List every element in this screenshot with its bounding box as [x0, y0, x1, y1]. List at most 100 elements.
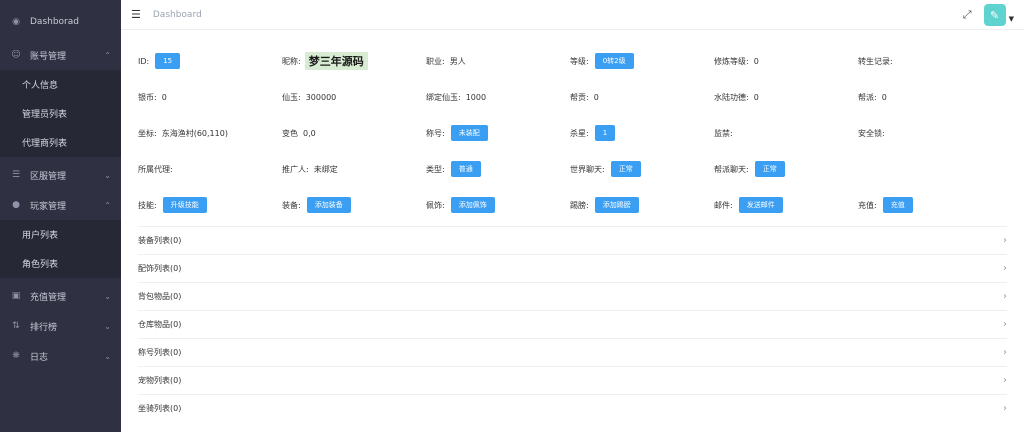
lock-cell: 安全锁:: [858, 128, 1002, 139]
lock-label: 安全锁:: [858, 128, 885, 138]
sidebar-item-player[interactable]: ● 玩家管理 ⌃: [0, 190, 121, 220]
charge-cell: 充值: 充值: [858, 197, 1002, 213]
sidebar-subitem-role-list[interactable]: 角色列表: [0, 249, 121, 278]
list-item-pets[interactable]: 宠物列表(0) ›: [138, 366, 1007, 394]
sidebar-item-account[interactable]: ☺ 账号管理 ⌃: [0, 40, 121, 70]
list-item-mounts[interactable]: 坐骑列表(0) ›: [138, 394, 1007, 422]
topbar-actions: ⤢ ✎ ▼: [963, 4, 1014, 26]
users-icon: ☺: [11, 50, 21, 60]
guild-value: 0: [881, 92, 887, 102]
mail-label: 邮件:: [714, 200, 733, 210]
topbar: ☰ Dashboard ⤢ ✎ ▼: [121, 0, 1024, 30]
info-row: 银币: 0 仙玉: 300000 绑定仙玉: 1000 帮贡: 0 水陆功德: 0 帮派:…: [138, 79, 1024, 115]
chevron-right-icon: ›: [1003, 347, 1007, 358]
sidebar-item-label: Dashborad: [30, 17, 79, 27]
list-item-titles[interactable]: 称号列表(0) ›: [138, 338, 1007, 366]
add-ornament-button[interactable]: 添加佩饰: [450, 197, 495, 213]
list-item-label: 坐骑列表(0): [138, 404, 182, 413]
skill-label: 技能:: [138, 200, 157, 210]
promoter-value: 未绑定: [313, 164, 338, 174]
dashboard-icon: ◉: [12, 17, 20, 27]
equip-cell: 装备: 添加装备: [282, 197, 426, 213]
skill-cell: 技能: 升级技能: [138, 197, 282, 213]
sidebar-item-server[interactable]: ☰ 区服管理 ⌄: [0, 160, 121, 190]
chevron-down-icon: ⌄: [104, 170, 111, 180]
coord-cell: 坐标: 东海渔村(60,110): [138, 128, 282, 139]
sidebar-subitem-profile[interactable]: 个人信息: [0, 70, 121, 99]
sidebar-subitem-agent-list[interactable]: 代理商列表: [0, 128, 121, 157]
bug-icon: ❋: [12, 351, 20, 361]
level-button[interactable]: 0转2级: [594, 53, 634, 69]
breadcrumb[interactable]: Dashboard: [153, 10, 202, 20]
title-cell: 称号: 未装配: [426, 125, 570, 141]
rebirth-cell: 转生记录:: [858, 56, 1002, 67]
fullscreen-icon[interactable]: ⤢: [963, 8, 972, 22]
ornament-cell: 佩饰: 添加佩饰: [426, 197, 570, 213]
wallet-icon: ▣: [11, 291, 21, 301]
world-chat-button[interactable]: 正常: [610, 161, 641, 177]
silver-label: 银币:: [138, 92, 157, 102]
list-item-warehouse[interactable]: 仓库物品(0) ›: [138, 310, 1007, 338]
sidebar-item-dashboard[interactable]: ◉ Dashborad: [0, 0, 121, 40]
star-label: 杀星:: [570, 128, 589, 138]
color-cell: 变色 0,0: [282, 128, 426, 139]
star-button[interactable]: 1: [594, 125, 616, 141]
chevron-down-icon: ⌄: [104, 351, 111, 361]
sidebar-item-label: 区服管理: [30, 171, 67, 182]
type-label: 类型:: [426, 164, 445, 174]
send-mail-button[interactable]: 发送邮件: [738, 197, 783, 213]
job-label: 职业:: [426, 56, 445, 66]
jade-value: 300000: [305, 92, 337, 102]
caret-down-icon[interactable]: ▼: [1009, 15, 1014, 23]
sidebar-item-ranking[interactable]: ⇅ 排行榜 ⌄: [0, 311, 121, 341]
chevron-right-icon: ›: [1003, 403, 1007, 414]
add-equip-button[interactable]: 添加装备: [306, 197, 351, 213]
color-value: 0,0: [303, 128, 316, 138]
hamburger-icon[interactable]: ☰: [131, 8, 141, 21]
list-item-accessories[interactable]: 配饰列表(0) ›: [138, 254, 1007, 282]
avatar[interactable]: ✎: [983, 4, 1006, 26]
chevron-up-icon: ⌃: [104, 50, 111, 60]
sidebar-item-label: 玩家管理: [30, 201, 67, 212]
sidebar-item-recharge[interactable]: ▣ 充值管理 ⌄: [0, 281, 121, 311]
sidebar-item-label: 排行榜: [30, 322, 58, 333]
contribution-value: 0: [593, 92, 599, 102]
jade-label: 仙玉:: [282, 92, 301, 102]
sidebar-item-label: 日志: [30, 352, 49, 363]
chevron-right-icon: ›: [1003, 263, 1007, 274]
brush-icon: ✎: [990, 8, 1000, 22]
list-item-label: 仓库物品(0): [138, 320, 182, 329]
chevron-right-icon: ›: [1003, 291, 1007, 302]
bound-jade-value: 1000: [465, 92, 487, 102]
equip-label: 装备:: [282, 200, 301, 210]
collapsible-lists: 装备列表(0) › 配饰列表(0) › 背包物品(0) › 仓库物品(0) › 称号列表…: [121, 226, 1024, 422]
color-label: 变色: [282, 128, 298, 138]
list-item-backpack[interactable]: 背包物品(0) ›: [138, 282, 1007, 310]
list-item-label: 装备列表(0): [138, 236, 182, 245]
server-icon: ☰: [11, 170, 21, 180]
list-item-label: 宠物列表(0): [138, 376, 182, 385]
type-button[interactable]: 普通: [450, 161, 481, 177]
sidebar-subitem-user-list[interactable]: 用户列表: [0, 220, 121, 249]
sidebar: ◉ Dashborad ☺ 账号管理 ⌃ 个人信息 管理员列表 代理商列表 ☰ …: [0, 0, 121, 432]
promoter-cell: 推广人: 未绑定: [282, 164, 426, 175]
guild-cell: 帮派: 0: [858, 92, 1002, 103]
id-badge[interactable]: 15: [155, 53, 181, 69]
charge-button[interactable]: 充值: [882, 197, 913, 213]
mount-label: 踢膀:: [570, 200, 589, 210]
nick-cell: 昵称: 梦三年源码: [282, 52, 426, 70]
guild-chat-cell: 帮派聊天: 正常: [714, 161, 858, 177]
add-mount-button[interactable]: 添加踢膀: [594, 197, 639, 213]
sidebar-subitem-admin-list[interactable]: 管理员列表: [0, 99, 121, 128]
list-item-label: 背包物品(0): [138, 292, 182, 301]
sidebar-item-log[interactable]: ❋ 日志 ⌄: [0, 341, 121, 371]
list-item-equipment[interactable]: 装备列表(0) ›: [138, 226, 1007, 254]
bound-jade-label: 绑定仙玉:: [426, 92, 461, 102]
charge-label: 充值:: [858, 200, 877, 210]
title-button[interactable]: 未装配: [450, 125, 488, 141]
merit-cell: 水陆功德: 0: [714, 92, 858, 103]
upgrade-skill-button[interactable]: 升级技能: [162, 197, 207, 213]
sidebar-item-label: 充值管理: [30, 292, 67, 303]
guild-chat-button[interactable]: 正常: [754, 161, 785, 177]
agent-cell: 所属代理:: [138, 164, 282, 175]
